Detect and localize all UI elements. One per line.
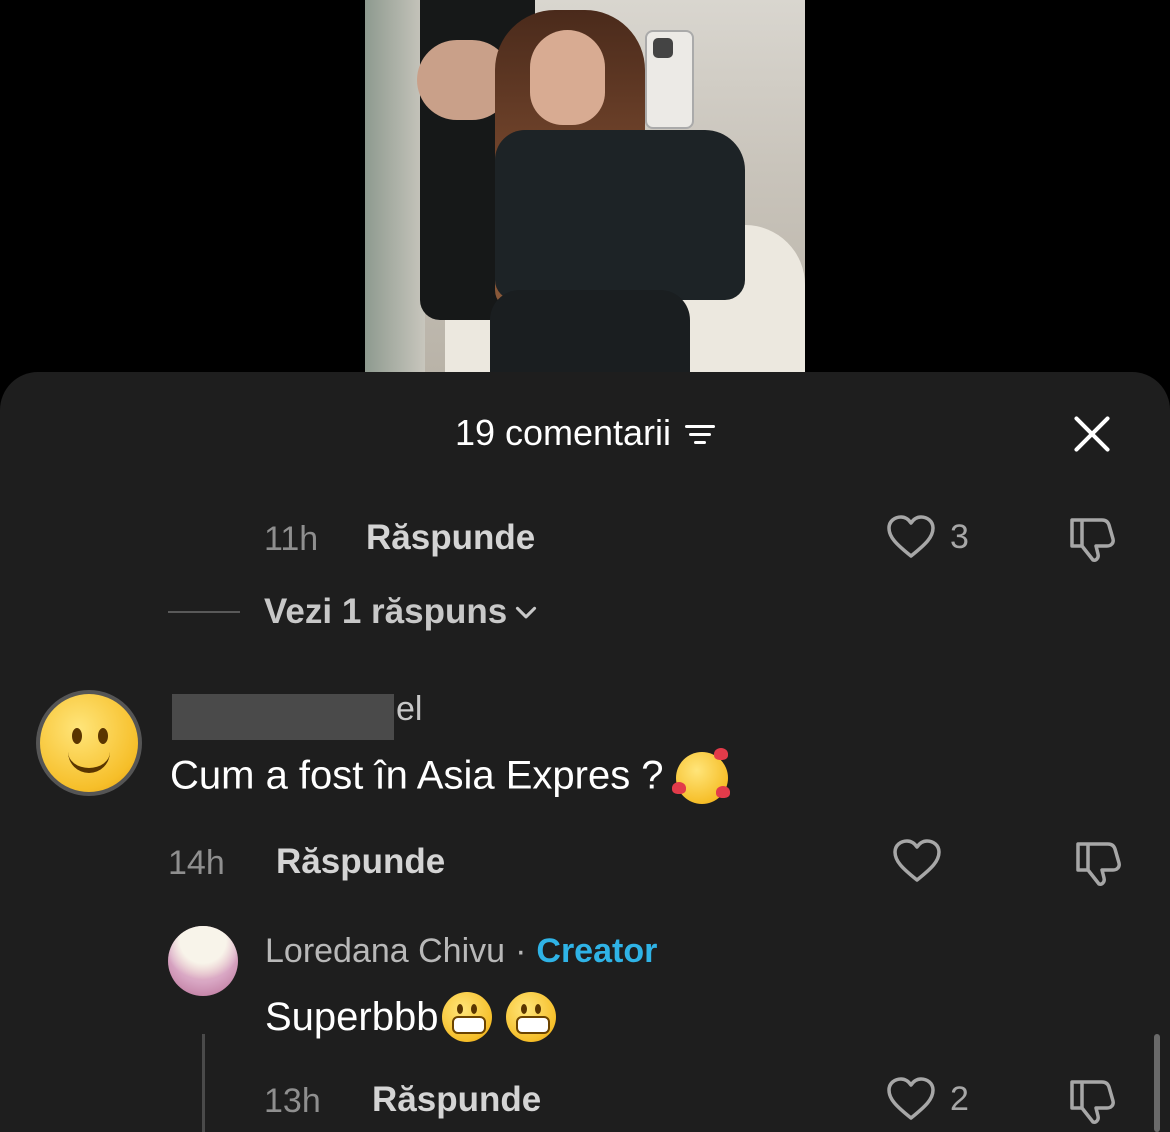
thread-line bbox=[202, 1034, 205, 1132]
thread-divider bbox=[168, 611, 240, 613]
dislike-icon[interactable] bbox=[1072, 836, 1124, 888]
dislike-icon[interactable] bbox=[1066, 512, 1118, 564]
phone-in-photo bbox=[645, 30, 694, 129]
reply-button[interactable]: Răspunde bbox=[372, 1080, 541, 1120]
creator-badge: Creator bbox=[536, 932, 658, 970]
like-count: 3 bbox=[950, 517, 969, 556]
slightly-smiling-face-emoji bbox=[40, 694, 138, 792]
comments-count-title: 19 comentarii bbox=[454, 412, 672, 453]
dislike-icon[interactable] bbox=[1066, 1074, 1118, 1126]
smiling-face-with-hearts-emoji bbox=[671, 748, 730, 804]
comments-header: 19 comentarii bbox=[0, 412, 1170, 454]
reply-time: 13h bbox=[264, 1082, 321, 1120]
creator-avatar[interactable] bbox=[168, 926, 238, 996]
comment-time: 11h bbox=[264, 520, 319, 558]
like-button[interactable]: 3 bbox=[886, 514, 969, 560]
reply-author-name[interactable]: Loredana Chivu bbox=[265, 932, 505, 971]
filter-icon[interactable] bbox=[685, 423, 716, 447]
grimacing-face-emoji bbox=[442, 992, 493, 1042]
view-replies-button[interactable]: Vezi 1 răspuns bbox=[168, 592, 537, 632]
reply-button[interactable]: Răspunde bbox=[276, 842, 445, 882]
heart-icon bbox=[887, 1077, 935, 1120]
heart-icon bbox=[893, 839, 941, 882]
like-button[interactable] bbox=[892, 838, 942, 884]
grimacing-face-emoji bbox=[506, 992, 557, 1042]
avatar[interactable] bbox=[36, 690, 142, 796]
reply-body: Superbbb bbox=[265, 994, 439, 1039]
heart-icon bbox=[887, 515, 935, 558]
reply-author: Loredana Chivu · Creator bbox=[265, 932, 657, 971]
redacted-username bbox=[172, 694, 394, 740]
username-visible-tail[interactable]: el bbox=[396, 690, 422, 729]
comment-text: Cum a fost în Asia Expres ? bbox=[170, 748, 730, 804]
like-button[interactable]: 2 bbox=[886, 1076, 969, 1122]
chevron-down-icon bbox=[516, 606, 537, 619]
reply-button[interactable]: Răspunde bbox=[366, 518, 535, 558]
comments-sheet: 19 comentarii 11h Răspunde 3 Vezi 1 răsp… bbox=[0, 372, 1170, 1132]
comment-body: Cum a fost în Asia Expres ? bbox=[170, 753, 664, 798]
view-replies-label: Vezi 1 răspuns bbox=[264, 592, 508, 631]
reply-text: Superbbb bbox=[265, 992, 557, 1042]
video-thumbnail[interactable] bbox=[365, 0, 805, 372]
scrollbar[interactable] bbox=[1154, 1034, 1160, 1132]
close-icon[interactable] bbox=[1070, 412, 1114, 456]
comment-time: 14h bbox=[168, 844, 225, 882]
like-count: 2 bbox=[950, 1079, 969, 1118]
separator: · bbox=[515, 932, 527, 970]
